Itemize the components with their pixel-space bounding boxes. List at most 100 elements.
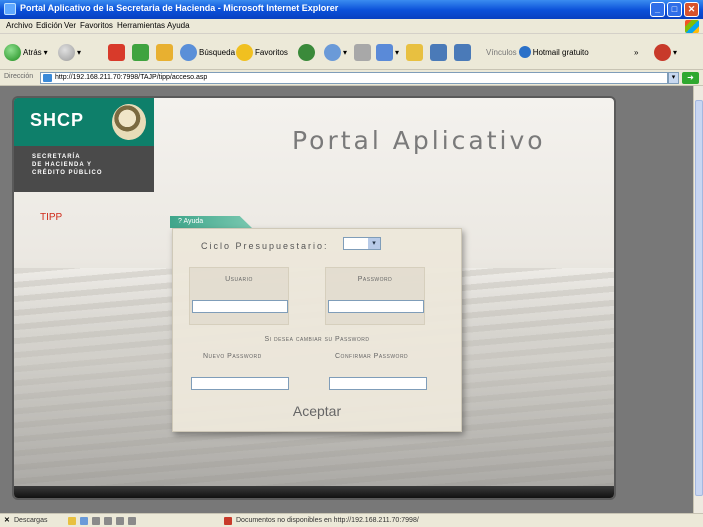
- tool-icon: [654, 43, 671, 61]
- status-bar: ✕ Descargas Documentos no disponibles en…: [0, 513, 703, 527]
- menu-bar: Archivo Edición Ver Favoritos Herramient…: [0, 19, 703, 34]
- print-button[interactable]: [354, 42, 371, 62]
- close-button[interactable]: ✕: [684, 2, 699, 17]
- toolbar-icon: [92, 517, 100, 525]
- forward-arrow-icon: [58, 43, 75, 61]
- edit-icon: [376, 43, 393, 61]
- red-tool-button[interactable]: ▾: [654, 42, 677, 62]
- stop-button[interactable]: [108, 42, 125, 62]
- research-button[interactable]: [430, 42, 447, 62]
- history-button[interactable]: [298, 42, 315, 62]
- menu-ayuda[interactable]: Ayuda: [167, 21, 190, 30]
- menu-herramientas[interactable]: Herramientas: [117, 21, 165, 30]
- dropdown-arrow-icon: ▾: [343, 47, 348, 57]
- password-box: Password: [325, 267, 425, 325]
- menu-edicion[interactable]: Edición: [36, 21, 62, 30]
- close-downloads-icon[interactable]: ✕: [4, 516, 10, 524]
- dept-line-2: DE HACIENDA Y: [32, 162, 93, 168]
- dropdown-arrow-icon: ▾: [673, 47, 678, 57]
- vinculos-text: Vínculos: [486, 47, 517, 57]
- scroll-thumb[interactable]: [695, 100, 703, 496]
- refresh-button[interactable]: [132, 42, 149, 62]
- favorites-button[interactable]: Favoritos: [236, 42, 288, 62]
- chevron-down-icon: ▾: [368, 238, 380, 249]
- status-message: Documentos no disponibles en http://192.…: [236, 517, 419, 524]
- home-button[interactable]: [156, 42, 173, 62]
- menu-favoritos[interactable]: Favoritos: [80, 21, 113, 30]
- nuevo-password-input[interactable]: [191, 377, 289, 390]
- help-tab[interactable]: ? Ayuda: [170, 216, 252, 228]
- confirmar-password-label: Confirmar Password: [335, 353, 409, 360]
- frame-bottom-bar: [14, 486, 614, 498]
- discuss-button[interactable]: [454, 42, 471, 62]
- research-icon: [430, 43, 447, 61]
- back-label: Atrás: [23, 47, 42, 57]
- ie-icon: [4, 3, 16, 15]
- windows-logo-icon: [685, 20, 699, 33]
- star-icon: [236, 43, 253, 61]
- history-icon: [298, 43, 315, 61]
- password-input[interactable]: [328, 300, 424, 313]
- descargas-label[interactable]: Descargas: [14, 517, 47, 524]
- favorites-label: Favoritos: [255, 47, 288, 57]
- ciclo-select[interactable]: ▾: [343, 237, 381, 250]
- dept-line-1: SECRETARÍA: [32, 154, 81, 160]
- toolbar-icon: [104, 517, 112, 525]
- shcp-logo-text: SHCP: [30, 110, 85, 130]
- address-input[interactable]: http://192.168.211.70:7998/TAJP/tipp/acc…: [40, 72, 668, 84]
- search-icon: [180, 43, 197, 61]
- back-arrow-icon: [4, 43, 21, 61]
- browser-toolbar: Atrás ▾ ▾ Búsqueda Favoritos ▾ ▾ Vínculo…: [0, 34, 703, 70]
- minimize-button[interactable]: _: [650, 2, 665, 17]
- ciclo-label: Ciclo Presupuestario:: [201, 241, 329, 251]
- search-label: Búsqueda: [199, 47, 236, 57]
- portal-frame: SHCP SECRETARÍA DE HACIENDA Y CRÉDITO PÚ…: [12, 96, 616, 500]
- go-button[interactable]: ➜: [682, 72, 699, 84]
- dropdown-arrow-icon: ▾: [395, 47, 400, 57]
- hotmail-icon: [518, 46, 531, 58]
- chevron-right-icon: »: [634, 47, 639, 57]
- messenger-button[interactable]: [406, 42, 423, 62]
- doc-icon: [80, 517, 88, 525]
- shcp-logo-block: SHCP SECRETARÍA DE HACIENDA Y CRÉDITO PÚ…: [14, 98, 154, 192]
- address-bar: Dirección http://192.168.211.70:7998/TAJ…: [0, 70, 703, 86]
- window-controls: _ □ ✕: [650, 2, 699, 17]
- aceptar-button[interactable]: Aceptar: [173, 403, 461, 419]
- address-dropdown-button[interactable]: ▾: [668, 72, 679, 84]
- dropdown-arrow-icon: ▾: [43, 47, 48, 57]
- hotmail-link[interactable]: Hotmail gratuito: [533, 48, 589, 57]
- menu-archivo[interactable]: Archivo: [6, 21, 33, 30]
- change-password-label: Si desea cambiar su Password: [264, 336, 370, 343]
- toolbar-icon: [116, 517, 124, 525]
- usuario-input[interactable]: [192, 300, 288, 313]
- chevron-more-button[interactable]: »: [634, 42, 638, 62]
- nuevo-password-label: Nuevo Password: [203, 353, 262, 360]
- discuss-icon: [454, 43, 471, 61]
- dropdown-arrow-icon: ▾: [77, 47, 82, 57]
- forward-button[interactable]: ▾: [58, 42, 81, 62]
- stop-icon: [108, 43, 125, 61]
- home-icon: [156, 43, 173, 61]
- mail-icon: [324, 43, 341, 61]
- edit-button[interactable]: ▾: [376, 42, 399, 62]
- usuario-label: Usuario: [225, 276, 253, 283]
- vertical-scrollbar[interactable]: [693, 86, 703, 513]
- confirmar-password-input[interactable]: [329, 377, 427, 390]
- links-label[interactable]: Vínculos Hotmail gratuito: [486, 42, 589, 62]
- window-title: Portal Aplicativo de la Secretaria de Ha…: [20, 3, 339, 13]
- menu-ver[interactable]: Ver: [64, 21, 76, 30]
- maximize-button[interactable]: □: [667, 2, 682, 17]
- department-name: SECRETARÍA DE HACIENDA Y CRÉDITO PÚBLICO: [32, 153, 103, 177]
- refresh-icon: [132, 43, 149, 61]
- search-button[interactable]: Búsqueda: [180, 42, 235, 62]
- back-button[interactable]: Atrás ▾: [4, 42, 48, 62]
- page-viewport: SHCP SECRETARÍA DE HACIENDA Y CRÉDITO PÚ…: [0, 86, 703, 513]
- address-label: Dirección: [4, 73, 34, 80]
- usuario-box: Usuario: [189, 267, 289, 325]
- password-label: Password: [357, 276, 393, 283]
- login-form: Ciclo Presupuestario: ▾ Usuario Password…: [172, 228, 462, 432]
- tipp-label: TIPP: [40, 212, 63, 223]
- window-titlebar: Portal Aplicativo de la Secretaria de Ha…: [0, 0, 703, 19]
- mail-button[interactable]: ▾: [324, 42, 347, 62]
- error-icon: [224, 517, 232, 525]
